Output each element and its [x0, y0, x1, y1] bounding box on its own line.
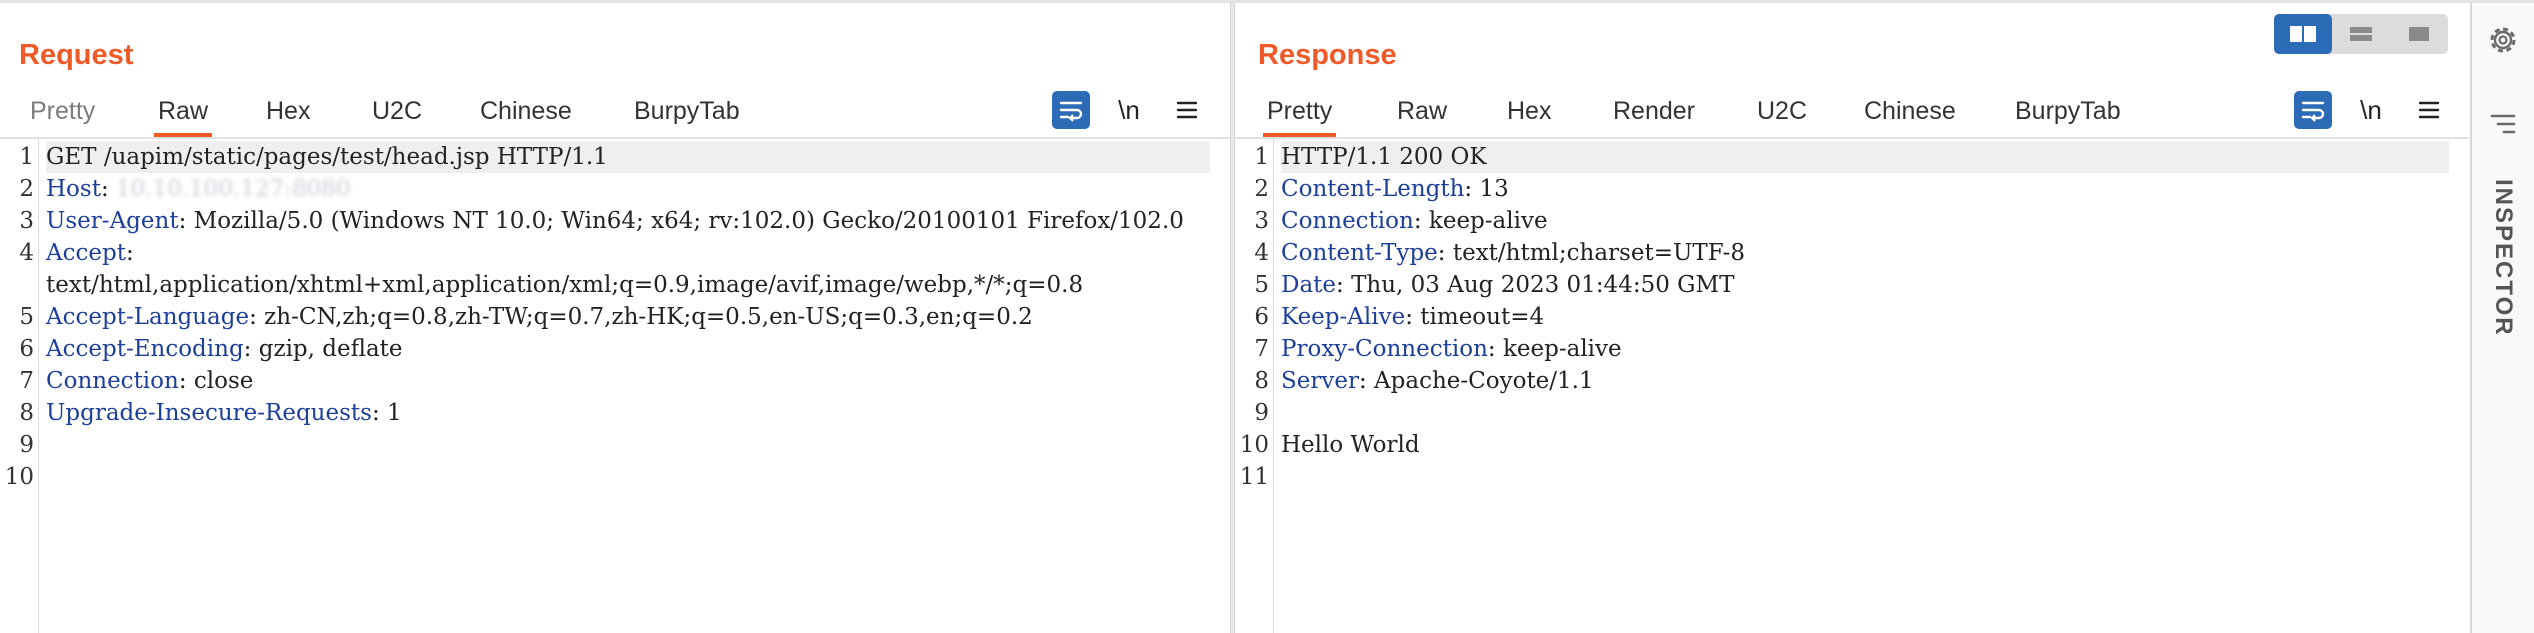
- request-newline-toggle[interactable]: \n: [1110, 91, 1148, 129]
- single-pane-icon: [2409, 27, 2429, 41]
- request-editor[interactable]: 1 GET /uapim/static/pages/test/head.jsp H…: [0, 139, 1230, 633]
- list-icon[interactable]: [2488, 111, 2518, 137]
- response-line: 10 Hello World: [1239, 432, 1420, 458]
- request-line: 6 Accept-Encoding: gzip, deflate: [19, 336, 403, 362]
- side-by-side-layout-button[interactable]: [2274, 14, 2332, 54]
- request-tab-hex[interactable]: Hex: [262, 87, 314, 135]
- request-tab-raw[interactable]: Raw: [154, 87, 213, 137]
- response-line: 9: [1254, 400, 1269, 426]
- request-line: 10: [4, 464, 34, 490]
- gear-icon[interactable]: [2486, 23, 2520, 57]
- request-tab-chinese[interactable]: Chinese: [476, 87, 576, 135]
- response-line: 6 Keep-Alive: timeout=4: [1254, 304, 1545, 330]
- request-tab-burpytab[interactable]: BurpyTab: [630, 87, 744, 135]
- response-pane: Response Pretty Raw Hex Render U2C Chine…: [1235, 3, 2469, 633]
- response-line: 2 Content-Length: 13: [1254, 176, 1509, 202]
- rows-icon: [2350, 27, 2372, 41]
- inspector-sidebar: INSPECTOR: [2470, 3, 2534, 633]
- request-line: 5 Accept-Language: zh-CN,zh;q=0.8,zh-TW;q…: [19, 304, 1033, 330]
- response-tab-render[interactable]: Render: [1609, 87, 1699, 135]
- request-line: 7 Connection: close: [19, 368, 254, 394]
- response-tab-hex[interactable]: Hex: [1503, 87, 1555, 135]
- response-tab-raw[interactable]: Raw: [1393, 87, 1451, 135]
- response-wrap-lines-icon[interactable]: [2294, 91, 2332, 129]
- columns-icon: [2290, 26, 2316, 42]
- inspector-tab[interactable]: INSPECTOR: [2472, 173, 2534, 343]
- response-line: 3 Connection: keep-alive: [1254, 208, 1548, 234]
- request-tabs: Pretty Raw Hex U2C Chinese BurpyTab: [0, 87, 1230, 139]
- response-tab-u2c[interactable]: U2C: [1753, 87, 1811, 135]
- request-line: 3 User-Agent: Mozilla/5.0 (Windows NT 10.…: [19, 208, 1184, 234]
- redacted-host-value: 10.10.100.127:8080: [116, 176, 351, 202]
- response-menu-icon[interactable]: [2410, 91, 2448, 129]
- response-line: 4 Content-Type: text/html;charset=UTF-8: [1254, 240, 1746, 266]
- tabs-layout-button[interactable]: [2390, 14, 2448, 54]
- response-tab-pretty[interactable]: Pretty: [1263, 87, 1337, 137]
- request-wrap-lines-icon[interactable]: [1052, 91, 1090, 129]
- response-tab-chinese[interactable]: Chinese: [1860, 87, 1960, 135]
- response-newline-toggle[interactable]: \n: [2352, 91, 2390, 129]
- request-line: 1 GET /uapim/static/pages/test/head.jsp H…: [0, 141, 1230, 173]
- request-line: 4 Accept: text/html,application/xhtml+xml,…: [19, 240, 1084, 298]
- response-editor[interactable]: 1 HTTP/1.1 200 OK 2 Content-Length: 13 3 Co…: [1235, 139, 2469, 633]
- request-tab-u2c[interactable]: U2C: [368, 87, 426, 135]
- top-bottom-layout-button[interactable]: [2332, 14, 2390, 54]
- request-pane: Request Pretty Raw Hex U2C Chinese Burpy…: [0, 3, 1230, 633]
- request-menu-icon[interactable]: [1168, 91, 1206, 129]
- response-tabs: Pretty Raw Hex Render U2C Chinese BurpyT…: [1235, 87, 2469, 139]
- burp-repeater-window: Request Pretty Raw Hex U2C Chinese Burpy…: [0, 0, 2534, 633]
- response-line: 8 Server: Apache-Coyote/1.1: [1254, 368, 1594, 394]
- response-line: 5 Date: Thu, 03 Aug 2023 01:44:50 GMT: [1254, 272, 1735, 298]
- request-line: 2 Host: 10.10.100.127:8080: [19, 176, 351, 202]
- response-line: 1 HTTP/1.1 200 OK: [1235, 141, 2469, 173]
- layout-switch: [2274, 14, 2448, 54]
- request-tab-pretty[interactable]: Pretty: [26, 87, 99, 135]
- inspector-label: INSPECTOR: [2490, 179, 2517, 337]
- request-line: 9: [19, 432, 34, 458]
- response-line: 11: [1239, 464, 1269, 490]
- request-line: 8 Upgrade-Insecure-Requests: 1: [19, 400, 402, 426]
- response-title: Response: [1258, 39, 1397, 71]
- response-tab-burpytab[interactable]: BurpyTab: [2011, 87, 2125, 135]
- request-title: Request: [19, 39, 134, 71]
- response-line: 7 Proxy-Connection: keep-alive: [1254, 336, 1622, 362]
